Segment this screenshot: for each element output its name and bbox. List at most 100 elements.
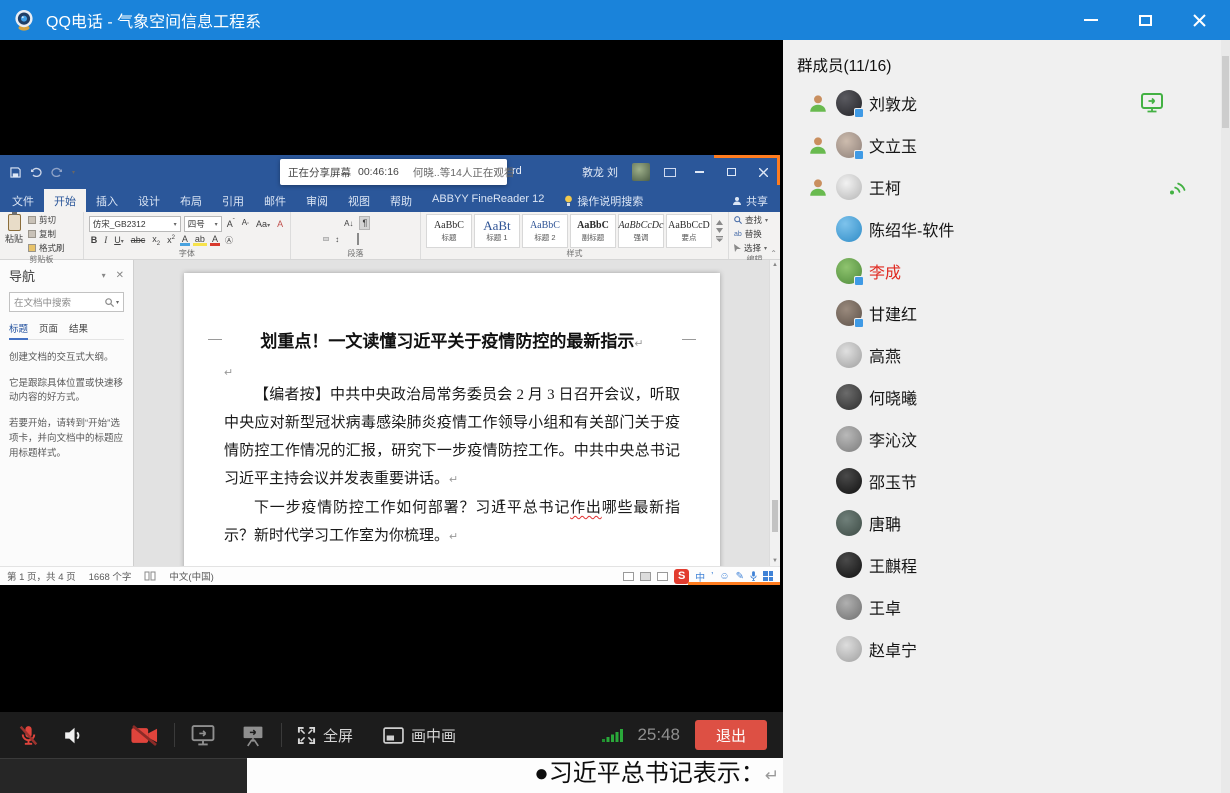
- style-item[interactable]: AaBbCcD 要点: [666, 214, 712, 248]
- gallery-up-icon[interactable]: [716, 220, 723, 225]
- tab-abbyy[interactable]: ABBYY FineReader 12: [422, 189, 554, 212]
- font-color-icon[interactable]: A: [210, 235, 220, 246]
- increase-indent-icon[interactable]: [332, 221, 338, 225]
- nav-tab-headings[interactable]: 标题: [9, 321, 28, 340]
- decrease-indent-icon[interactable]: [323, 221, 329, 225]
- tab-file[interactable]: 文件: [2, 189, 44, 212]
- subscript-icon[interactable]: x2: [150, 234, 162, 247]
- text-effects-icon[interactable]: A: [180, 235, 190, 246]
- account-avatar[interactable]: [632, 163, 650, 181]
- find-button[interactable]: 查找▾: [734, 214, 775, 226]
- redo-icon[interactable]: [51, 167, 63, 177]
- word-minimize-button[interactable]: [690, 171, 708, 173]
- tab-references[interactable]: 引用: [212, 189, 254, 212]
- members-scrollbar[interactable]: [1221, 40, 1230, 793]
- nav-search-input[interactable]: 在文档中搜索 ▾: [9, 292, 124, 312]
- bullets-icon[interactable]: [296, 221, 302, 225]
- member-row[interactable]: 陈绍华-软件: [783, 208, 1230, 250]
- sogou-toolbox-icon[interactable]: [763, 571, 773, 581]
- read-mode-icon[interactable]: [623, 572, 634, 581]
- tab-layout[interactable]: 布局: [170, 189, 212, 212]
- highlight-icon[interactable]: ab: [193, 235, 207, 246]
- language-indicator[interactable]: 中文(中国): [169, 569, 213, 583]
- clear-format-icon[interactable]: A: [275, 219, 285, 229]
- numbering-icon[interactable]: [305, 221, 311, 225]
- select-button[interactable]: 选择▾: [734, 242, 775, 254]
- scrollbar-thumb[interactable]: [772, 500, 778, 532]
- punctuation-icon[interactable]: ’: [711, 571, 713, 582]
- speaker-button[interactable]: [61, 723, 86, 748]
- show-marks-icon[interactable]: ¶: [359, 216, 370, 230]
- tab-mailings[interactable]: 邮件: [254, 189, 296, 212]
- align-center-icon[interactable]: [305, 237, 311, 241]
- voice-input-icon[interactable]: [750, 571, 757, 582]
- member-row[interactable]: 何晓曦: [783, 376, 1230, 418]
- italic-icon[interactable]: I: [102, 235, 109, 245]
- gallery-down-icon[interactable]: [716, 228, 723, 233]
- word-restore-button[interactable]: [722, 168, 740, 176]
- member-row[interactable]: 李成: [783, 250, 1230, 292]
- align-left-icon[interactable]: [296, 237, 302, 241]
- pip-label[interactable]: 画中画: [411, 725, 456, 746]
- page-indicator[interactable]: 第 1 页，共 4 页: [7, 569, 76, 583]
- document-area[interactable]: 划重点！一文读懂习近平关于疫情防控的最新指示↵ ↵ 【编者按】中共中央政治局常务…: [134, 260, 780, 566]
- quick-access-dropdown-icon[interactable]: ▾: [72, 169, 75, 176]
- nav-dropdown-icon[interactable]: ▾: [102, 271, 106, 280]
- font-size-select[interactable]: 四号▾: [184, 216, 222, 232]
- tab-review[interactable]: 审阅: [296, 189, 338, 212]
- style-item[interactable]: AaBbC 副标题: [570, 214, 616, 248]
- gallery-more-icon[interactable]: [716, 236, 723, 242]
- document-scrollbar[interactable]: ▲ ▼: [769, 260, 780, 566]
- presenter-mode-button[interactable]: [240, 724, 266, 747]
- font-name-select[interactable]: 仿宋_GB2312▾: [89, 216, 181, 232]
- tab-view[interactable]: 视图: [338, 189, 380, 212]
- tell-me-search[interactable]: 操作说明搜索: [554, 189, 653, 212]
- collapse-ribbon-icon[interactable]: ⌃: [770, 249, 777, 258]
- shrink-font-icon[interactable]: Aˇ: [240, 218, 251, 230]
- cut-button[interactable]: 剪切: [28, 214, 65, 226]
- style-item[interactable]: AaBbC 标题: [426, 214, 472, 248]
- tab-home[interactable]: 开始: [44, 189, 86, 212]
- grow-font-icon[interactable]: Aˆ: [225, 219, 237, 229]
- member-row[interactable]: 甘建红: [783, 292, 1230, 334]
- undo-icon[interactable]: [30, 167, 42, 177]
- member-row[interactable]: 王柯: [783, 166, 1230, 208]
- style-item[interactable]: AaBbCcDc 强调: [618, 214, 664, 248]
- enclose-char-icon[interactable]: Ⓐ: [223, 235, 235, 246]
- sort-icon[interactable]: A↓: [341, 217, 356, 230]
- borders-icon[interactable]: [354, 232, 362, 246]
- word-close-button[interactable]: [754, 168, 772, 177]
- member-row[interactable]: 唐聃: [783, 502, 1230, 544]
- ribbon-display-options-icon[interactable]: [664, 168, 676, 177]
- sogou-input-icon[interactable]: S: [674, 569, 689, 584]
- maximize-button[interactable]: [1132, 7, 1158, 33]
- format-painter-button[interactable]: 格式刷: [28, 242, 65, 254]
- exit-call-button[interactable]: 退出: [695, 720, 767, 750]
- superscript-icon[interactable]: x2: [165, 235, 177, 245]
- member-row[interactable]: 高燕: [783, 334, 1230, 376]
- member-row[interactable]: 赵卓宁: [783, 628, 1230, 670]
- screen-share-banner[interactable]: 正在分享屏幕 00:46:16 何晓..等14人正在观看: [280, 159, 507, 185]
- print-layout-icon[interactable]: [640, 572, 651, 581]
- fullscreen-icon[interactable]: [297, 726, 316, 745]
- picture-in-picture-icon[interactable]: [383, 727, 404, 744]
- member-row[interactable]: 李沁汶: [783, 418, 1230, 460]
- proofing-icon[interactable]: [144, 571, 156, 581]
- close-button[interactable]: [1186, 7, 1212, 33]
- fullscreen-label[interactable]: 全屏: [323, 725, 353, 746]
- underline-icon[interactable]: U▾: [112, 235, 126, 245]
- scrollbar-thumb[interactable]: [1222, 56, 1229, 128]
- minimize-button[interactable]: [1078, 7, 1104, 33]
- align-right-icon[interactable]: [314, 237, 320, 241]
- member-row[interactable]: 文立玉: [783, 124, 1230, 166]
- member-row[interactable]: 邵玉节: [783, 460, 1230, 502]
- handwriting-icon[interactable]: ✎: [736, 571, 744, 582]
- nav-tab-results[interactable]: 结果: [69, 321, 88, 335]
- share-button[interactable]: 共享: [720, 189, 780, 212]
- bold-icon[interactable]: B: [89, 235, 100, 245]
- multilevel-list-icon[interactable]: [314, 221, 320, 225]
- style-item[interactable]: AaBt 标题 1: [474, 214, 520, 248]
- save-icon[interactable]: [10, 167, 21, 178]
- line-spacing-icon[interactable]: ↕: [332, 233, 342, 246]
- style-item[interactable]: AaBbC 标题 2: [522, 214, 568, 248]
